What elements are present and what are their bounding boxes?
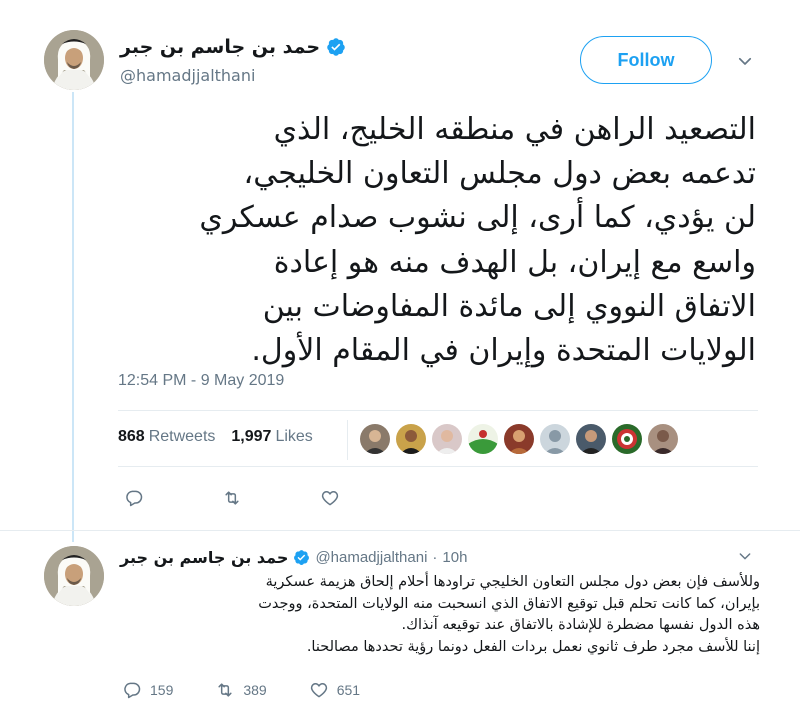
retweet-icon (218, 683, 232, 697)
like-count: 651 (336, 682, 361, 698)
follow-button[interactable]: Follow (580, 36, 712, 84)
retweet-count: 389 (243, 682, 267, 698)
divider (118, 466, 758, 467)
author-handle[interactable]: @hamadjjalthani (120, 66, 255, 85)
retweet-icon (225, 491, 239, 505)
liker-avatar[interactable] (612, 424, 642, 454)
retweet-button[interactable] (222, 488, 242, 508)
verified-badge-icon (293, 549, 310, 566)
retweet-button[interactable]: 389 (215, 680, 267, 700)
like-icon (310, 683, 327, 698)
thread-connector-line (72, 92, 74, 542)
retweets-count[interactable]: 868 (118, 428, 145, 446)
liker-avatars (360, 424, 678, 454)
likes-count[interactable]: 1,997 (231, 428, 271, 446)
reply-actions: 159 389 651 (122, 680, 360, 700)
liker-avatar[interactable] (360, 424, 390, 454)
tweet-text: التصعيد الراهن في منطقه الخليج، الذي تدع… (199, 112, 756, 369)
tweet-stats: 868 Retweets 1,997 Likes (118, 428, 313, 446)
author-avatar[interactable] (44, 30, 104, 90)
liker-avatar[interactable] (504, 424, 534, 454)
stats-separator (347, 420, 348, 460)
retweets-label[interactable]: Retweets (149, 428, 216, 446)
tweet-actions (124, 488, 340, 508)
reply-icon (126, 490, 143, 507)
verified-badge-icon (326, 37, 346, 57)
section-divider (0, 530, 800, 531)
author-display-name[interactable]: حمد بن جاسم بن جبر (120, 36, 320, 58)
reply-author-handle[interactable]: @hamadjjalthani (315, 549, 427, 566)
reply-separator: · (432, 549, 438, 566)
reply-author-display-name[interactable]: حمد بن جاسم بن جبر (120, 548, 288, 567)
liker-avatar[interactable] (468, 424, 498, 454)
chevron-down-icon[interactable] (734, 545, 756, 567)
tweet-timestamp[interactable]: 12:54 PM - 9 May 2019 (118, 372, 284, 390)
liker-avatar[interactable] (648, 424, 678, 454)
reply-text: وللأسف فإن بعض دول مجلس التعاون الخليجي … (258, 574, 760, 655)
liker-avatar[interactable] (576, 424, 606, 454)
reply-author-avatar[interactable] (44, 546, 104, 606)
reply-button[interactable]: 159 (122, 680, 173, 700)
likes-label[interactable]: Likes (275, 428, 312, 446)
like-button[interactable]: 651 (309, 680, 360, 700)
liker-avatar[interactable] (540, 424, 570, 454)
divider (118, 410, 758, 411)
reply-timestamp[interactable]: 10h (442, 549, 467, 566)
liker-avatar[interactable] (396, 424, 426, 454)
reply-icon (124, 682, 141, 699)
chevron-down-icon[interactable] (734, 50, 756, 72)
reply-button[interactable] (124, 488, 144, 508)
reply-count: 159 (150, 682, 174, 698)
liker-avatar[interactable] (432, 424, 462, 454)
like-icon (321, 491, 339, 506)
like-button[interactable] (320, 488, 340, 508)
